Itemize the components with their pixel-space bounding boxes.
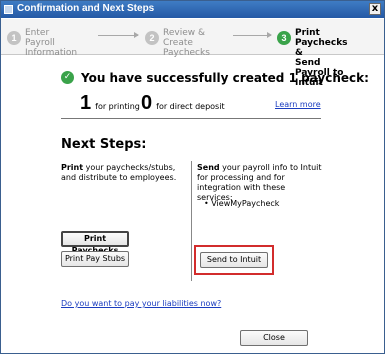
printing-count-value: 1 — [80, 92, 92, 114]
send-bold: Send — [197, 163, 220, 172]
pay-liabilities-link[interactable]: Do you want to pay your liabilities now? — [61, 299, 221, 308]
column-divider — [191, 161, 192, 281]
deposit-count: 0 for direct deposit — [141, 92, 225, 115]
deposit-count-value: 0 — [141, 92, 153, 114]
step-label: Review & Create Paychecks — [163, 28, 210, 58]
checkmark-icon: ✓ — [61, 71, 74, 84]
close-button[interactable]: Close — [240, 330, 308, 346]
learn-more-link[interactable]: Learn more — [275, 100, 321, 109]
step-arrow-icon — [233, 32, 272, 38]
step-number-icon: 2 — [145, 31, 159, 45]
printing-count: 1 for printing — [80, 92, 140, 115]
print-paychecks-button[interactable]: Print Paychecks — [61, 231, 129, 255]
step-label: Enter Payroll Information — [25, 28, 78, 58]
app-icon — [4, 5, 13, 14]
wizard-steps: 1 Enter Payroll Information 2 Review & C… — [1, 19, 384, 88]
title-bar: Confirmation and Next Steps x — [1, 1, 384, 18]
step-number-icon: 3 — [277, 31, 291, 45]
deposit-count-label: for direct deposit — [156, 102, 225, 111]
next-steps-heading: Next Steps: — [61, 137, 147, 152]
close-window-button[interactable]: x — [369, 3, 381, 15]
window-title: Confirmation and Next Steps — [17, 3, 155, 14]
print-pay-stubs-button[interactable]: Print Pay Stubs — [61, 251, 129, 267]
printing-count-label: for printing — [95, 102, 140, 111]
step-arrow-icon — [98, 32, 139, 38]
send-to-intuit-button[interactable]: Send to Intuit — [200, 252, 268, 268]
print-bold: Print — [61, 163, 84, 172]
service-item: • ViewMyPaycheck — [204, 199, 280, 208]
step-number-icon: 1 — [7, 31, 21, 45]
divider — [61, 118, 321, 119]
success-message: You have successfully created 1 paycheck… — [81, 71, 369, 85]
dialog-window: Confirmation and Next Steps x 1 Enter Pa… — [0, 0, 385, 354]
print-instructions: Print your paychecks/stubs, and distribu… — [61, 163, 186, 183]
send-instructions: Send your payroll info to Intuit for pro… — [197, 163, 322, 203]
